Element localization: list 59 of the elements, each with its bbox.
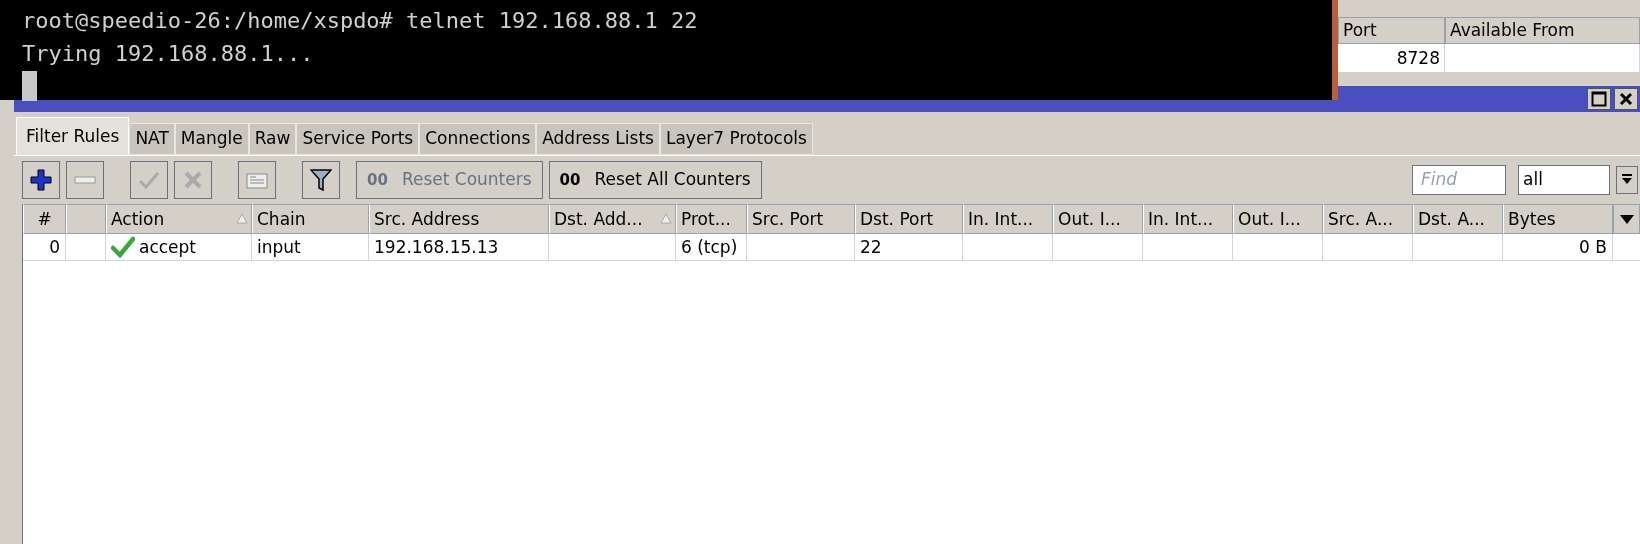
table-cell-text: input bbox=[257, 236, 301, 259]
table-cell-text: 6 (tcp) bbox=[681, 236, 738, 259]
column-header[interactable]: # bbox=[23, 204, 66, 234]
tab[interactable]: Mangle bbox=[174, 123, 249, 155]
terminal-line: root@speedio-26:/home/xspdo# telnet 192.168.88.1 22 bbox=[22, 7, 699, 35]
caret-icon bbox=[1619, 214, 1634, 224]
reset-button[interactable]: 00 Reset All Counters bbox=[548, 161, 762, 199]
table-cell-text: 192.168.15.13 bbox=[374, 236, 499, 259]
plus-icon bbox=[30, 169, 52, 191]
column-header[interactable]: Src. Port bbox=[747, 204, 855, 234]
column-header[interactable]: Port bbox=[1338, 17, 1445, 44]
close-button[interactable] bbox=[1614, 88, 1638, 110]
close-icon bbox=[1619, 92, 1633, 106]
column-header[interactable]: Chain bbox=[252, 204, 369, 234]
column-menu-button[interactable] bbox=[1613, 204, 1640, 234]
terminal-line: Trying 192.168.88.1... bbox=[22, 40, 315, 68]
column-header[interactable]: Bytes bbox=[1503, 204, 1613, 234]
table-cell-text: accept bbox=[139, 236, 197, 259]
tab[interactable]: Layer7 Protocols bbox=[659, 123, 813, 155]
counter-label: 00 bbox=[559, 169, 581, 191]
maximize-button[interactable] bbox=[1587, 88, 1611, 110]
sort-icon bbox=[236, 213, 248, 224]
counter-label: 00 bbox=[367, 169, 388, 191]
tab[interactable]: Address Lists bbox=[536, 123, 660, 155]
filter-button[interactable] bbox=[302, 161, 340, 199]
check-icon bbox=[138, 170, 160, 190]
table-cell-text: 22 bbox=[860, 236, 882, 259]
note-icon bbox=[246, 171, 268, 189]
column-header[interactable]: Available From bbox=[1445, 17, 1640, 44]
add-button[interactable] bbox=[22, 161, 60, 199]
check-icon bbox=[111, 236, 135, 258]
tab[interactable]: Service Ports bbox=[296, 123, 420, 155]
caret-icon bbox=[1621, 174, 1633, 186]
table-cell-text: 0 B bbox=[1579, 236, 1607, 259]
maximize-icon bbox=[1591, 91, 1607, 107]
column-header[interactable] bbox=[66, 204, 106, 234]
filter-icon bbox=[310, 168, 332, 192]
column-header[interactable]: Src. A... bbox=[1323, 204, 1413, 234]
tab[interactable]: Filter Rules bbox=[16, 117, 130, 155]
column-header[interactable]: Dst. Port bbox=[855, 204, 963, 234]
sort-icon bbox=[660, 213, 672, 224]
minus-icon bbox=[74, 176, 96, 184]
tab[interactable]: Connections bbox=[419, 123, 537, 155]
column-header[interactable]: In. Int... bbox=[963, 204, 1053, 234]
column-header[interactable]: Src. Address bbox=[369, 204, 549, 234]
column-header[interactable]: Out. I... bbox=[1053, 204, 1143, 234]
text-cursor bbox=[22, 71, 37, 101]
column-header[interactable]: In. Int... bbox=[1143, 204, 1233, 234]
column-header[interactable]: Out. I... bbox=[1233, 204, 1323, 234]
column-header[interactable]: Dst. A... bbox=[1413, 204, 1503, 234]
tab[interactable]: Raw bbox=[248, 123, 297, 155]
dropdown-button[interactable] bbox=[1616, 166, 1638, 194]
cross-icon bbox=[183, 170, 203, 190]
tab[interactable]: NAT bbox=[129, 123, 175, 155]
column-header[interactable]: Action bbox=[106, 204, 252, 234]
filter-select[interactable]: all bbox=[1518, 165, 1610, 195]
column-header[interactable]: Prot... bbox=[676, 204, 747, 234]
column-header[interactable]: Dst. Add... bbox=[549, 204, 676, 234]
table-cell-text: 0 bbox=[49, 236, 60, 259]
